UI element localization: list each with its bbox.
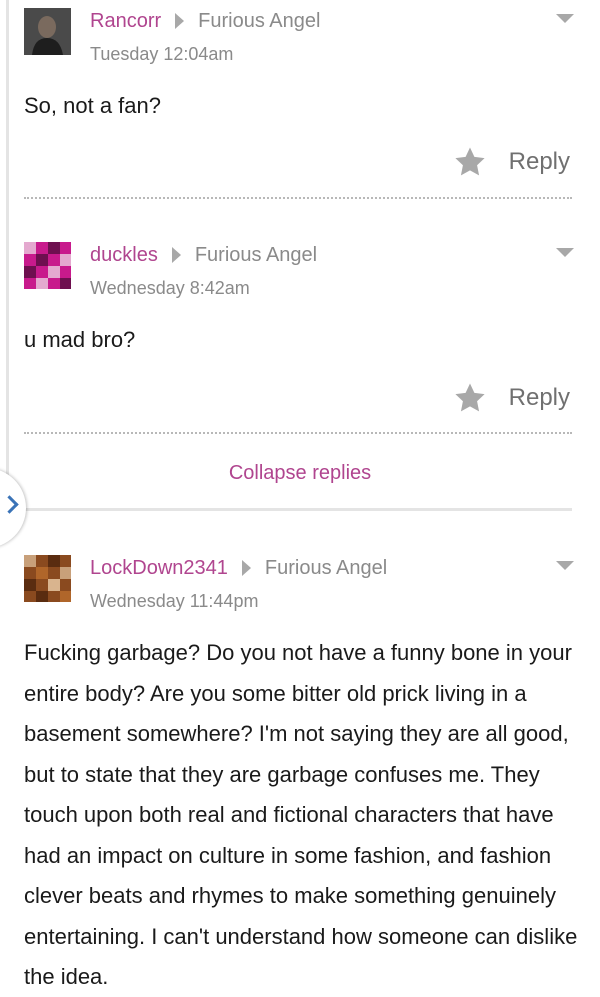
star-icon[interactable]: [453, 381, 487, 415]
reply-arrow-icon: [171, 247, 181, 263]
reply-target-link[interactable]: Furious Angel: [195, 242, 317, 268]
comment: LockDown2341 Furious Angel Wednesday 11:…: [24, 555, 574, 625]
avatar[interactable]: [24, 242, 71, 289]
divider: [24, 197, 572, 199]
timestamp[interactable]: Wednesday 8:42am: [90, 276, 317, 300]
collapse-replies-link[interactable]: Collapse replies: [0, 460, 600, 486]
reply-target-link[interactable]: Furious Angel: [198, 8, 320, 34]
timestamp[interactable]: Wednesday 11:44pm: [90, 589, 387, 613]
chevron-right-icon: [0, 495, 19, 514]
chevron-down-icon[interactable]: [556, 248, 574, 257]
reply-target-link[interactable]: Furious Angel: [265, 555, 387, 581]
comment-meta: LockDown2341 Furious Angel Wednesday 11:…: [90, 555, 387, 613]
comment-body: u mad bro?: [24, 327, 136, 352]
divider: [24, 432, 572, 434]
comment-meta: Rancorr Furious Angel Tuesday 12:04am: [90, 8, 320, 66]
avatar[interactable]: [24, 555, 71, 602]
author-link[interactable]: duckles: [90, 242, 158, 268]
comment-body: Fucking garbage? Do you not have a funny…: [24, 640, 578, 989]
author-link[interactable]: Rancorr: [90, 8, 161, 34]
reply-arrow-icon: [241, 560, 251, 576]
star-icon[interactable]: [453, 145, 487, 179]
reply-arrow-icon: [175, 13, 185, 29]
thread-indent-line: [6, 0, 9, 510]
comment-actions: Reply: [453, 145, 570, 179]
author-link[interactable]: LockDown2341: [90, 555, 228, 581]
chevron-down-icon[interactable]: [556, 561, 574, 570]
reply-button[interactable]: Reply: [509, 147, 570, 177]
comment-body: So, not a fan?: [24, 93, 161, 118]
timestamp[interactable]: Tuesday 12:04am: [90, 42, 320, 66]
avatar[interactable]: [24, 8, 71, 55]
comment-meta: duckles Furious Angel Wednesday 8:42am: [90, 242, 317, 300]
chevron-down-icon[interactable]: [556, 14, 574, 23]
comment-actions: Reply: [453, 381, 570, 415]
reply-button[interactable]: Reply: [509, 383, 570, 413]
thread-separator: [24, 508, 572, 511]
